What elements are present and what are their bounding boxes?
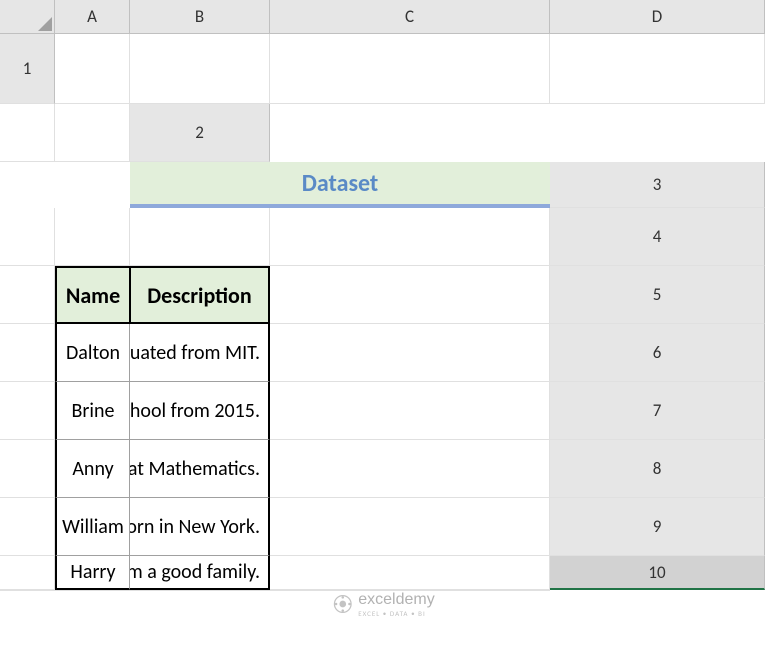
row-header-6[interactable]: 6 — [550, 324, 765, 382]
cell-d4[interactable] — [270, 266, 550, 324]
cell-d5[interactable] — [270, 324, 550, 382]
row-header-9[interactable]: 9 — [550, 498, 765, 556]
data-name-5[interactable]: Harry — [55, 556, 130, 590]
watermark-brand: exceldemy — [358, 591, 434, 608]
row-header-10[interactable]: 10 — [550, 556, 765, 590]
cell-d6[interactable] — [270, 382, 550, 440]
watermark-icon — [332, 594, 352, 614]
select-all-corner[interactable] — [0, 0, 55, 34]
col-header-b[interactable]: B — [130, 0, 270, 34]
cell-a6[interactable] — [0, 382, 55, 440]
row-header-2[interactable]: 2 — [130, 104, 270, 162]
cell-d8[interactable] — [270, 498, 550, 556]
row-header-4[interactable]: 4 — [550, 208, 765, 266]
data-desc-2[interactable]: going to School from 2015. — [130, 382, 270, 440]
cell-d7[interactable] — [270, 440, 550, 498]
cell-b3[interactable] — [55, 208, 130, 266]
cell-a3[interactable] — [0, 208, 55, 266]
cell-d3[interactable] — [270, 208, 550, 266]
row-header-3[interactable]: 3 — [550, 162, 765, 208]
data-name-3[interactable]: Anny — [55, 440, 130, 498]
spreadsheet-grid: A B C D 1 2 Dataset 3 4 Name Description… — [0, 0, 767, 591]
cell-a10[interactable] — [0, 590, 55, 591]
data-name-4[interactable]: William — [55, 498, 130, 556]
cell-d2[interactable] — [550, 34, 765, 104]
col-header-d[interactable]: D — [550, 0, 765, 34]
row-header-8[interactable]: 8 — [550, 440, 765, 498]
cell-a4[interactable] — [0, 266, 55, 324]
data-desc-1[interactable]: on is graduated from MIT. — [130, 324, 270, 382]
cell-a8[interactable] — [0, 498, 55, 556]
watermark-subtitle: EXCEL • DATA • BI — [358, 609, 434, 618]
data-desc-5[interactable]: came from a good family. — [130, 556, 270, 590]
cell-c1[interactable] — [0, 104, 55, 162]
cell-a2[interactable] — [55, 34, 130, 104]
cell-d9[interactable] — [270, 556, 550, 590]
select-all-triangle-icon — [38, 17, 52, 31]
cell-a9[interactable] — [0, 556, 55, 590]
watermark: exceldemy EXCEL • DATA • BI — [332, 590, 434, 618]
table-header-name[interactable]: Name — [55, 266, 130, 324]
cell-b10[interactable] — [55, 590, 130, 591]
dataset-title[interactable]: Dataset — [130, 162, 550, 208]
col-header-c[interactable]: C — [270, 0, 550, 34]
cell-c3[interactable] — [130, 208, 270, 266]
data-desc-4[interactable]: am was born in New York. — [130, 498, 270, 556]
cell-a7[interactable] — [0, 440, 55, 498]
table-header-description[interactable]: Description — [130, 266, 270, 324]
cell-c10[interactable] — [130, 590, 270, 591]
data-desc-3[interactable]: y is good at Mathematics. — [130, 440, 270, 498]
cell-a1[interactable] — [130, 34, 270, 104]
data-name-2[interactable]: Brine — [55, 382, 130, 440]
row-header-7[interactable]: 7 — [550, 382, 765, 440]
cell-d1[interactable] — [55, 104, 130, 162]
col-header-a[interactable]: A — [55, 0, 130, 34]
row-header-1[interactable]: 1 — [0, 34, 55, 104]
data-name-1[interactable]: Dalton — [55, 324, 130, 382]
cell-a5[interactable] — [0, 324, 55, 382]
cell-b1[interactable] — [270, 34, 550, 104]
row-header-5[interactable]: 5 — [550, 266, 765, 324]
